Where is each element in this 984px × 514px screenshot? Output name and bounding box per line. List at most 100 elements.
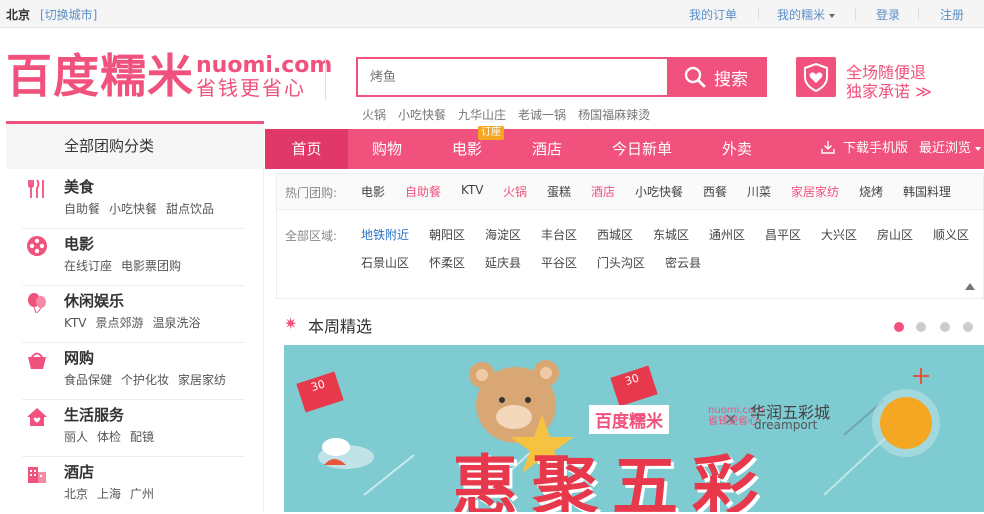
- area-link[interactable]: 门头沟区: [597, 254, 645, 271]
- promo-banner[interactable]: 30 30 百度糯米 nuomi.com 省钱更省心 × 华润五彩城 dreamp…: [284, 345, 984, 512]
- category-sub-link[interactable]: 丽人: [64, 430, 88, 444]
- area-link[interactable]: 平谷区: [541, 254, 577, 271]
- download-icon: [821, 141, 835, 154]
- register-link[interactable]: 注册: [940, 6, 964, 23]
- collapse-triangle-icon[interactable]: [965, 283, 975, 290]
- area-link[interactable]: 东城区: [653, 226, 689, 243]
- hot-deal-link[interactable]: 家居家纺: [791, 183, 839, 200]
- hot-deal-link[interactable]: 火锅: [503, 183, 527, 200]
- area-link[interactable]: 朝阳区: [429, 226, 465, 243]
- hotword-link[interactable]: 九华山庄: [458, 108, 506, 122]
- promise-line-2: 独家承诺 ≫: [846, 82, 932, 101]
- area-link[interactable]: 密云县: [665, 254, 701, 271]
- category-sub-link[interactable]: 景点郊游: [95, 316, 143, 330]
- category-title: 休闲娱乐: [64, 292, 125, 310]
- category-life-service[interactable]: 生活服务 丽人 体检 配镜: [22, 400, 244, 457]
- category-title: 电影: [64, 235, 95, 253]
- area-link[interactable]: 房山区: [877, 226, 913, 243]
- carousel-dot[interactable]: [963, 322, 973, 332]
- area-link[interactable]: 西城区: [597, 226, 633, 243]
- category-sub-link[interactable]: 配镜: [130, 430, 154, 444]
- login-link[interactable]: 登录: [876, 6, 900, 23]
- category-sub-link[interactable]: 自助餐: [64, 202, 100, 216]
- hot-deal-link[interactable]: 自助餐: [405, 183, 441, 200]
- category-sub-link[interactable]: 个护化妆: [121, 373, 169, 387]
- logo-divider: [325, 58, 326, 100]
- logo-slogan: 省钱更省心: [196, 76, 306, 100]
- category-movie[interactable]: 电影 在线订座 电影票团购: [22, 229, 244, 286]
- my-nuomi-label: 我的糯米: [777, 8, 826, 22]
- area-label: 全部区域:: [285, 229, 338, 243]
- area-link[interactable]: 昌平区: [765, 226, 801, 243]
- category-sub-link[interactable]: 食品保健: [64, 373, 112, 387]
- hot-deal-link[interactable]: 烧烤: [859, 183, 883, 200]
- house-icon: [27, 408, 47, 426]
- category-sub-link[interactable]: 温泉洗浴: [153, 316, 201, 330]
- carousel-dot[interactable]: [894, 322, 904, 332]
- category-sub-link[interactable]: 北京: [64, 487, 88, 501]
- my-orders-link[interactable]: 我的订单: [689, 6, 737, 23]
- area-link[interactable]: 通州区: [709, 226, 745, 243]
- category-sub-link[interactable]: 广州: [130, 487, 154, 501]
- search-icon: [684, 66, 706, 88]
- area-link[interactable]: 海淀区: [485, 226, 521, 243]
- hot-deal-link[interactable]: 韩国料理: [903, 183, 951, 200]
- logo-en: nuomi.com: [196, 53, 333, 78]
- search-button[interactable]: 搜索: [667, 59, 765, 95]
- category-food[interactable]: 美食 自助餐 小吃快餐 甜点饮品: [22, 172, 244, 229]
- category-sub-link[interactable]: 小吃快餐: [109, 202, 157, 216]
- hot-deal-link[interactable]: 蛋糕: [547, 183, 571, 200]
- area-link[interactable]: 丰台区: [541, 226, 577, 243]
- category-online-shopping[interactable]: 网购 食品保健 个护化妆 家居家纺: [22, 343, 244, 400]
- banner-partner-en: dreamport: [754, 418, 818, 432]
- area-link[interactable]: 大兴区: [821, 226, 857, 243]
- category-sidebar: 全部团购分类 美食 自助餐 小吃快餐 甜点饮品 电影 在线订座 电影票团购 休闲娱乐 …: [6, 121, 264, 512]
- category-leisure[interactable]: 休闲娱乐 KTV 景点郊游 温泉洗浴: [22, 286, 244, 343]
- category-sub-link[interactable]: KTV: [64, 316, 86, 330]
- hot-deal-link[interactable]: 小吃快餐: [635, 183, 683, 200]
- hot-deal-link[interactable]: 酒店: [591, 183, 615, 200]
- carousel-dot[interactable]: [940, 322, 950, 332]
- my-nuomi-menu[interactable]: 我的糯米: [777, 6, 836, 23]
- weekly-picks-title: 本周精选: [308, 317, 373, 336]
- switch-city-link[interactable]: [切换城市]: [40, 6, 97, 23]
- hot-deal-link[interactable]: 西餐: [703, 183, 727, 200]
- hot-deal-link[interactable]: KTV: [461, 183, 483, 197]
- hot-deal-link[interactable]: 电影: [361, 183, 385, 200]
- banner-brand-cn: 百度糯米: [589, 405, 669, 434]
- film-reel-icon: [27, 236, 47, 256]
- category-sub-link[interactable]: 上海: [97, 487, 121, 501]
- download-app-link[interactable]: 下载手机版: [821, 129, 908, 169]
- nav-shopping[interactable]: 购物: [348, 129, 426, 169]
- hot-search-words: 火锅 小吃快餐 九华山庄 老诚一锅 杨国福麻辣烫: [362, 106, 662, 123]
- caret-down-icon: [975, 146, 982, 151]
- recent-viewed-menu[interactable]: 最近浏览: [919, 129, 982, 169]
- star-icon: ✷: [284, 314, 298, 333]
- recent-label: 最近浏览: [919, 141, 972, 156]
- area-link[interactable]: 地铁附近: [361, 226, 409, 243]
- nav-hotel[interactable]: 酒店: [508, 129, 586, 169]
- hotword-link[interactable]: 火锅: [362, 108, 386, 122]
- carousel-dot[interactable]: [916, 322, 926, 332]
- category-sub-link[interactable]: 在线订座: [64, 259, 112, 273]
- hotword-link[interactable]: 小吃快餐: [398, 108, 446, 122]
- logo-cn: 百度糯米: [6, 49, 194, 103]
- area-link[interactable]: 延庆县: [485, 254, 521, 271]
- hotword-link[interactable]: 老诚一锅: [518, 108, 566, 122]
- area-link[interactable]: 怀柔区: [429, 254, 465, 271]
- nav-today-new[interactable]: 今日新单: [586, 129, 698, 169]
- area-link[interactable]: 顺义区: [933, 226, 969, 243]
- search-input[interactable]: [358, 59, 668, 95]
- category-sub-link[interactable]: 家居家纺: [178, 373, 226, 387]
- category-hotel[interactable]: 酒店 北京 上海 广州: [22, 457, 244, 514]
- category-sub-link[interactable]: 甜点饮品: [166, 202, 214, 216]
- hot-deal-link[interactable]: 川菜: [747, 183, 771, 200]
- area-link[interactable]: 石景山区: [361, 254, 409, 271]
- hot-deals-label: 热门团购:: [285, 186, 338, 200]
- category-sub-link[interactable]: 体检: [97, 430, 121, 444]
- hotword-link[interactable]: 杨国福麻辣烫: [578, 108, 650, 122]
- category-sub-link[interactable]: 电影票团购: [121, 259, 181, 273]
- nav-home[interactable]: 首页: [265, 129, 348, 169]
- nav-takeout[interactable]: 外卖: [698, 129, 776, 169]
- current-city: 北京: [6, 8, 31, 22]
